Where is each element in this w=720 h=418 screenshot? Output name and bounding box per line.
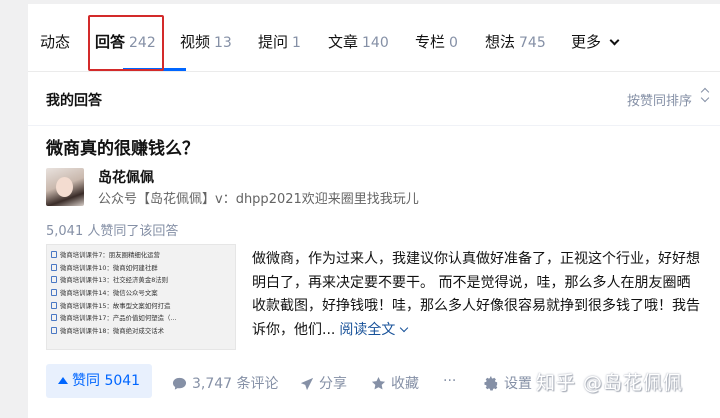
share-button[interactable]: 分享 — [300, 373, 347, 393]
answer-thumbnail[interactable]: 微商培训课件7：朋友圈精细化运营 微商培训课件10：微商如何建社群 微商培训课件… — [46, 244, 236, 350]
section-title: 我的回答 — [46, 93, 102, 109]
list-subheader: 我的回答 按赞同排序 — [28, 72, 720, 126]
tab-pins[interactable]: 想法 745 — [485, 30, 546, 54]
tab-articles-count: 140 — [362, 35, 389, 51]
tab-videos-count: 13 — [214, 35, 232, 51]
thumbnail-line: 微商培训课件18：微商绝对成交话术 — [51, 324, 231, 337]
author-bio: 公众号【岛花佩佩】v：dhpp2021欢迎来圈里找我玩儿 — [98, 192, 419, 207]
share-icon — [300, 377, 314, 391]
file-icon — [51, 314, 57, 322]
question-title[interactable]: 微商真的很赚钱么？ — [46, 134, 199, 159]
thumbnail-line: 微商培训课件10：微商如何建社群 — [51, 261, 231, 274]
collect-button[interactable]: 收藏 — [371, 373, 419, 393]
tab-columns-count: 0 — [449, 35, 458, 51]
thumbnail-line: 微商培训课件15：故事型文案如何打造 — [51, 299, 231, 312]
thumbnail-line: 微商培训课件7：朋友圈精细化运营 — [51, 248, 231, 261]
thumbnail-line: 微商培训课件17：产品价值如何塑造（... — [51, 311, 231, 324]
chevron-down-icon — [609, 35, 620, 46]
excerpt-text: 做微商，作为过来人，我建议你认真做好准备了，正视这个行业，好好想明白了，再来决定… — [252, 251, 700, 338]
file-icon — [51, 301, 57, 309]
vote-summary: 5,041 人赞同了该回答 — [46, 224, 179, 239]
tab-pins-count: 745 — [519, 35, 546, 51]
thumbnail-line: 微商培训课件14：微信公众号文案 — [51, 286, 231, 299]
file-icon — [51, 288, 57, 296]
watermark: 知乎 @岛花佩佩 — [536, 372, 684, 394]
author-name[interactable]: 岛花佩佩 — [98, 167, 154, 187]
settings-button[interactable]: 设置 — [484, 373, 532, 393]
tab-more[interactable]: 更多 — [571, 30, 620, 54]
red-highlight-box — [88, 15, 164, 71]
tab-questions[interactable]: 提问 1 — [258, 30, 301, 54]
file-icon — [51, 276, 57, 284]
chevron-down-icon — [400, 323, 409, 332]
thumbnail-line: 微商培训课件13：社交经济黄金8法则 — [51, 273, 231, 286]
read-more-link[interactable]: 阅读全文 — [339, 322, 409, 338]
answer-excerpt[interactable]: 做微商，作为过来人，我建议你认真做好准备了，正视这个行业，好好想明白了，再来决定… — [252, 248, 702, 342]
upvote-icon — [58, 377, 68, 384]
tab-videos[interactable]: 视频 13 — [180, 30, 232, 54]
tab-articles[interactable]: 文章 140 — [328, 30, 389, 54]
comments-button[interactable]: 3,747 条评论 — [172, 373, 279, 393]
upvote-button[interactable]: 赞同 5041 — [46, 364, 153, 398]
star-icon — [371, 376, 386, 390]
tab-activity[interactable]: 动态 — [40, 30, 70, 54]
avatar[interactable] — [46, 168, 84, 206]
tab-questions-count: 1 — [292, 35, 301, 51]
gear-icon — [484, 376, 498, 391]
comment-icon — [172, 377, 187, 390]
sort-dropdown[interactable]: 按赞同排序 — [627, 90, 692, 109]
sort-toggle-icon[interactable] — [700, 85, 710, 103]
file-icon — [51, 326, 57, 334]
more-options-button[interactable]: ··· — [443, 373, 456, 389]
file-icon — [51, 250, 57, 258]
tab-columns[interactable]: 专栏 0 — [415, 30, 458, 54]
file-icon — [51, 263, 57, 271]
